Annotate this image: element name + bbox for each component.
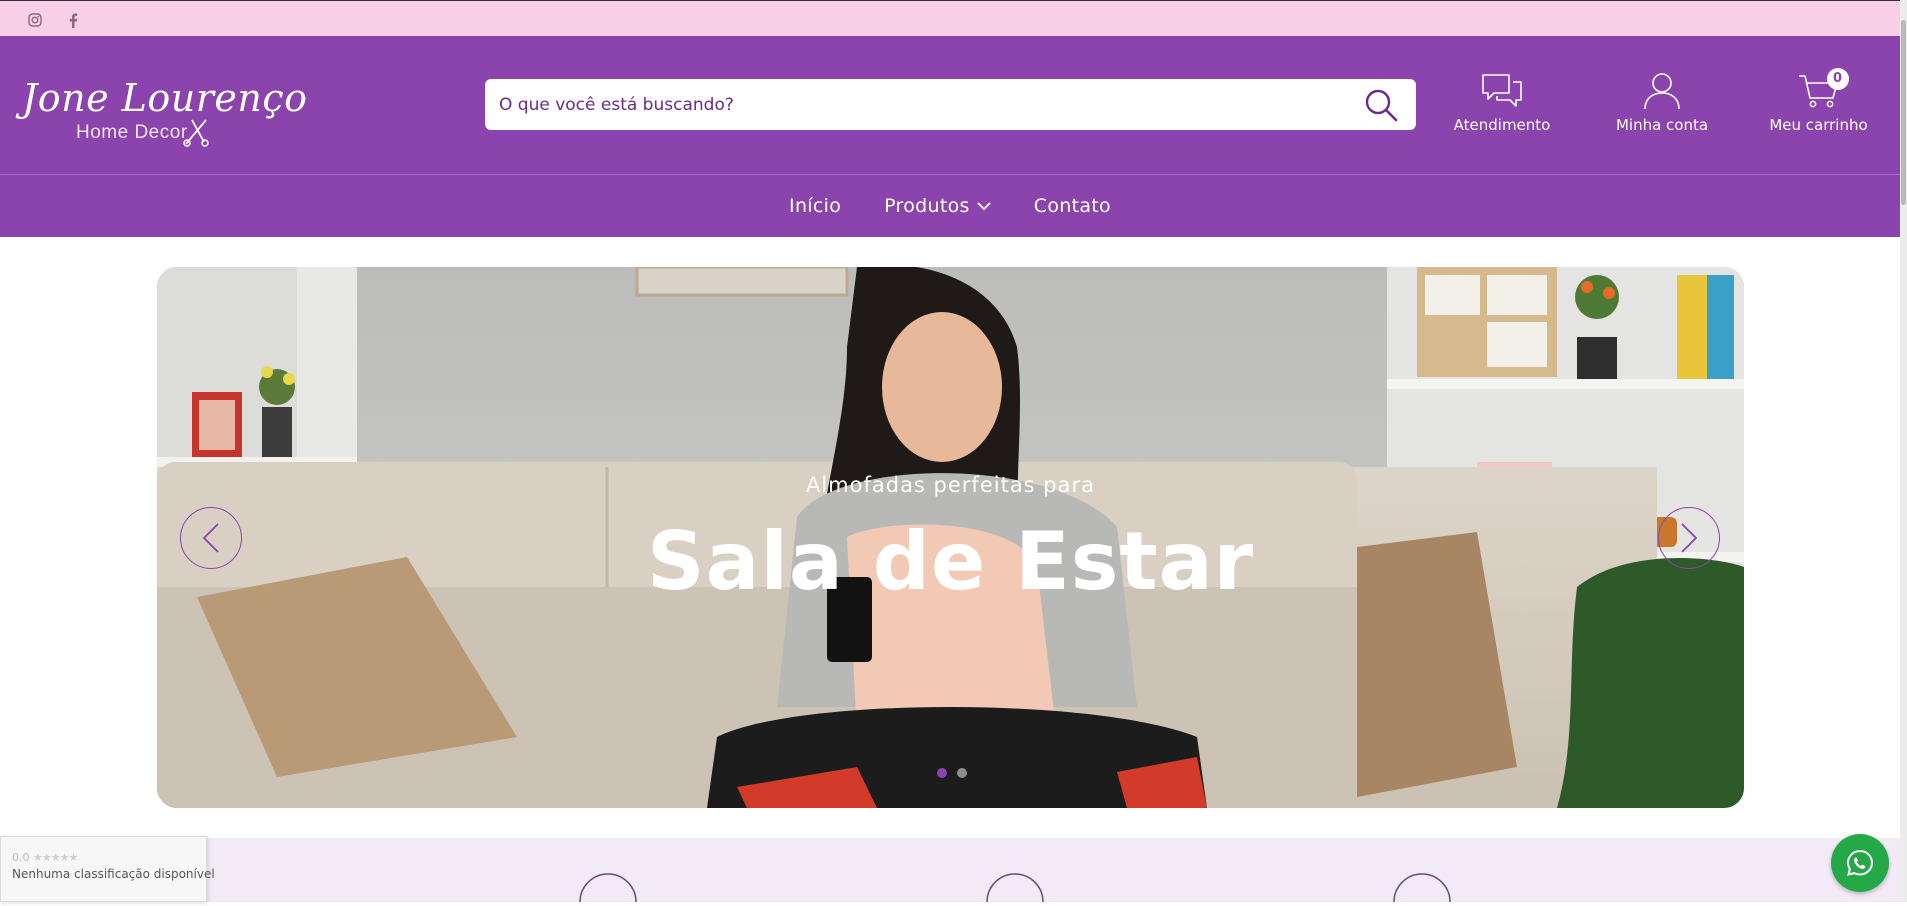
rating-message: Nenhuma classificação disponível: [12, 867, 215, 881]
facebook-icon[interactable]: [64, 11, 82, 29]
hero-carousel: Almofadas perfeitas para Sala de Estar: [157, 267, 1744, 808]
benefits-section: [0, 838, 1900, 903]
nav-label: Produtos: [884, 195, 970, 217]
account-link[interactable]: Minha conta: [1612, 72, 1712, 142]
nav-item-produtos[interactable]: Produtos: [884, 195, 991, 217]
logo-title: Jone Lourenço: [22, 76, 308, 120]
site-header: Jone Lourenço Home Decor Atendimento Min…: [0, 36, 1900, 174]
support-link[interactable]: Atendimento: [1452, 72, 1552, 142]
rating-score: 0.0 ★★★★★: [12, 851, 78, 864]
carousel-next-button[interactable]: [1658, 507, 1720, 569]
carousel-prev-button[interactable]: [180, 507, 242, 569]
chevron-left-icon: [202, 523, 219, 553]
page-scrollbar[interactable]: [1900, 0, 1907, 902]
nav-label: Contato: [1033, 195, 1111, 217]
top-social-bar: [0, 0, 1900, 36]
nav-label: Início: [789, 195, 842, 217]
search-icon[interactable]: [1364, 88, 1398, 122]
carousel-pagination: [937, 768, 967, 778]
user-icon: [1644, 73, 1680, 110]
carousel-dot-1[interactable]: [937, 768, 947, 778]
logo-subtitle: Home Decor: [76, 122, 188, 143]
chevron-down-icon: [977, 201, 991, 210]
search-bar: [485, 79, 1416, 130]
search-input[interactable]: [499, 79, 1319, 130]
nav-item-contato[interactable]: Contato: [1034, 195, 1111, 217]
hero-pretitle: Almofadas perfeitas para: [805, 473, 1096, 497]
rating-widget[interactable]: 0.0 ★★★★★ Nenhuma classificação disponív…: [0, 836, 215, 902]
scissors-icon: [183, 119, 209, 147]
chevron-right-icon: [1681, 523, 1698, 553]
account-label: Minha conta: [1615, 116, 1709, 134]
scrollbar-thumb[interactable]: [1901, 20, 1906, 205]
whatsapp-button[interactable]: [1831, 834, 1889, 892]
cart-label: Meu carrinho: [1769, 116, 1868, 134]
support-label: Atendimento: [1453, 116, 1551, 134]
star-rating-icon: ★★★★★: [33, 851, 78, 864]
whatsapp-icon: [1846, 849, 1874, 876]
nav-item-inicio[interactable]: Início: [789, 195, 841, 217]
chat-bubbles-icon: [1482, 74, 1522, 107]
cart-count-badge: 0: [1826, 68, 1849, 90]
main-nav: Início Produtos Contato: [0, 174, 1900, 237]
cart-link[interactable]: 0 Meu carrinho: [1766, 68, 1871, 142]
hero-title: Sala de Estar: [646, 515, 1255, 608]
store-logo[interactable]: Jone Lourenço Home Decor: [22, 76, 308, 147]
instagram-icon[interactable]: [26, 11, 44, 29]
benefit-icons-row: [579, 873, 1451, 903]
carousel-dot-2[interactable]: [957, 768, 967, 778]
rating-score-value: 0.0: [12, 851, 30, 864]
